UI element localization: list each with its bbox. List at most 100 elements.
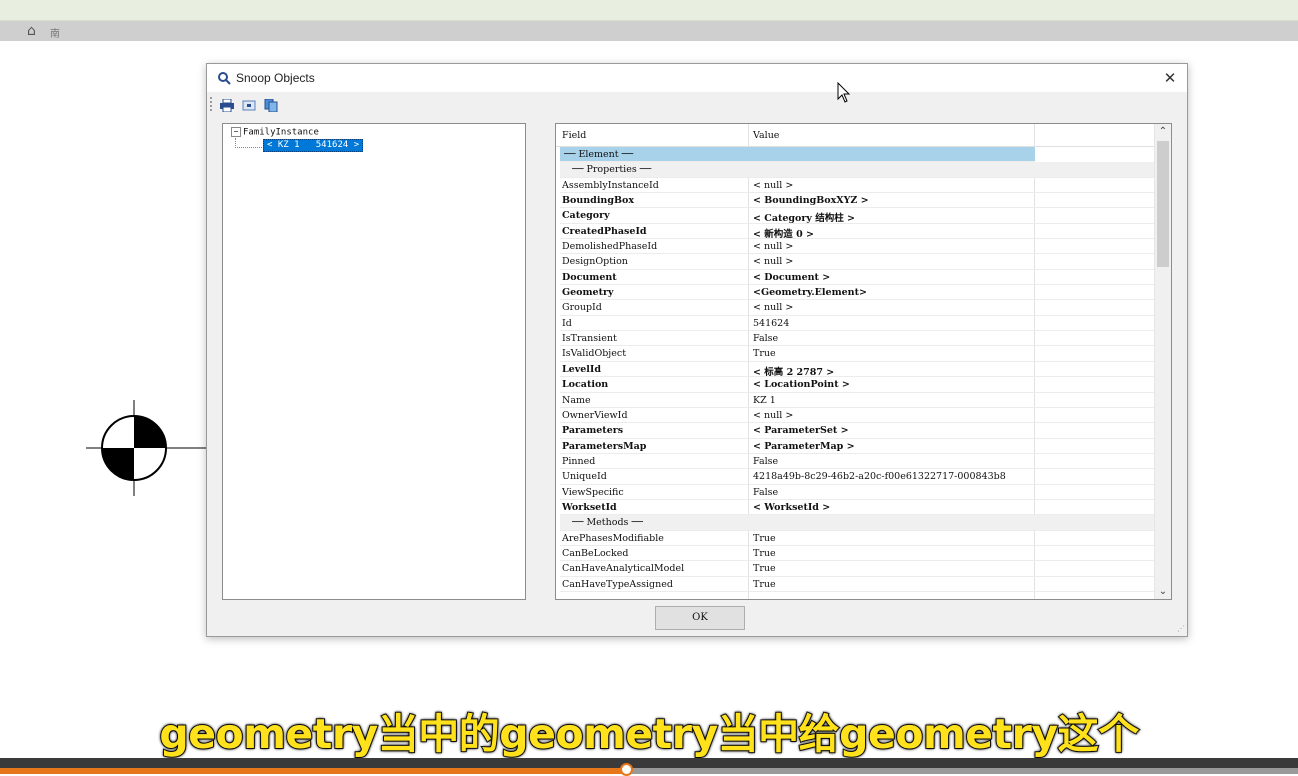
home-icon[interactable]: ⌂ bbox=[27, 23, 36, 39]
grid-row[interactable]: LevelId < 标高 2 2787 > bbox=[560, 362, 1154, 378]
header-value[interactable]: Value bbox=[753, 130, 779, 141]
grid-cell-field: WorksetId bbox=[562, 501, 617, 513]
progress-played bbox=[0, 768, 626, 774]
grid-header: Field Value bbox=[556, 124, 1154, 147]
grid-cell-field: Pinned bbox=[562, 455, 596, 467]
grid-cell-value: < null > bbox=[753, 302, 794, 314]
grid-row[interactable]: IsValidObject True bbox=[560, 346, 1154, 362]
grid-cell-value: < Document > bbox=[753, 271, 831, 283]
dialog-toolbar bbox=[207, 92, 1187, 116]
progress-remaining bbox=[626, 768, 1298, 774]
dialog-title: Snoop Objects bbox=[236, 71, 315, 85]
resize-grip-icon[interactable]: ⋰ bbox=[1175, 624, 1185, 634]
grid-row[interactable]: Parameters < ParameterSet > bbox=[560, 423, 1154, 439]
grid-row[interactable]: Location < LocationPoint > bbox=[560, 377, 1154, 393]
progress-handle[interactable] bbox=[620, 763, 633, 776]
dialog-titlebar[interactable]: Snoop Objects ✕ bbox=[207, 64, 1187, 92]
grid-cell-field: ParametersMap bbox=[562, 440, 647, 452]
grid-cell-value: < ParameterMap > bbox=[753, 440, 855, 452]
tree-node-root-label: FamilyInstance bbox=[243, 127, 319, 138]
grid-cell-field: OwnerViewId bbox=[562, 409, 628, 421]
grid-row[interactable]: ArePhasesModifiable True bbox=[560, 531, 1154, 546]
grid-cell-field: Id bbox=[562, 317, 572, 329]
grid-row[interactable]: OwnerViewId < null > bbox=[560, 408, 1154, 424]
toolbar-grip[interactable] bbox=[210, 97, 214, 111]
grid-cell-field: Category bbox=[562, 210, 610, 222]
grid-cell-value: < null > bbox=[753, 409, 794, 421]
grid-row[interactable]: CreatedPhaseId < 新构造 0 > bbox=[560, 224, 1154, 240]
grid-cell-field: AssemblyInstanceId bbox=[562, 179, 659, 191]
grid-cell-value: 541624 bbox=[753, 317, 790, 329]
grid-group-row[interactable]: ── Properties ── bbox=[560, 162, 1154, 178]
scrollbar-thumb[interactable] bbox=[1157, 141, 1169, 267]
grid-row[interactable]: DemolishedPhaseId < null > bbox=[560, 239, 1154, 255]
grid-row[interactable]: DesignOption < null > bbox=[560, 254, 1154, 270]
grid-row[interactable]: ParametersMap < ParameterMap > bbox=[560, 439, 1154, 454]
grid-cell-value: < null > bbox=[753, 256, 794, 268]
scroll-down-icon[interactable]: ⌄ bbox=[1155, 586, 1171, 597]
grid-row[interactable]: Pinned False bbox=[560, 454, 1154, 470]
snoop-app-icon bbox=[217, 71, 231, 89]
print-icon[interactable] bbox=[220, 97, 234, 113]
object-tree[interactable]: − FamilyInstance < KZ 1 541624 > bbox=[222, 123, 526, 600]
collapse-icon[interactable]: − bbox=[231, 127, 241, 137]
grid-cell-field: IsTransient bbox=[562, 333, 617, 345]
grid-row[interactable]: Geometry <Geometry.Element> bbox=[560, 285, 1154, 301]
grid-row[interactable]: ViewSpecific False bbox=[560, 485, 1154, 500]
grid-cell-value: True bbox=[753, 547, 776, 559]
header-field[interactable]: Field bbox=[562, 130, 586, 141]
grid-cell-value: < BoundingBoxXYZ > bbox=[753, 195, 869, 207]
grid-row[interactable]: Category < Category 结构柱 > bbox=[560, 208, 1154, 224]
grid-cell-value: True bbox=[753, 578, 776, 590]
close-button[interactable]: ✕ bbox=[1159, 67, 1181, 89]
grid-cell-value: < ParameterSet > bbox=[753, 425, 849, 437]
symbol-quadrant-top-right bbox=[134, 416, 166, 448]
grid-row[interactable]: Name KZ 1 bbox=[560, 393, 1154, 408]
grid-row[interactable]: Id 541624 bbox=[560, 316, 1154, 332]
grid-cell-field: Parameters bbox=[562, 425, 624, 437]
grid-cell-field: ── Properties ── bbox=[572, 164, 652, 176]
grid-cell-field: Location bbox=[562, 379, 609, 391]
grid-cell-field: CanHaveAnalyticalModel bbox=[562, 563, 685, 575]
property-grid[interactable]: Field Value ── Element ── ── Properties ─… bbox=[555, 123, 1172, 600]
grid-cell-field: CreatedPhaseId bbox=[562, 225, 647, 237]
view-navigation-bar: ⌂ 南 bbox=[0, 21, 1298, 41]
tree-node-selected[interactable]: < KZ 1 541624 > bbox=[263, 139, 364, 152]
print-preview-icon[interactable] bbox=[242, 97, 256, 111]
tree-node-root[interactable]: − FamilyInstance bbox=[231, 127, 319, 138]
grid-cell-value: < LocationPoint > bbox=[753, 379, 850, 391]
grid-row[interactable]: Document < Document > bbox=[560, 270, 1154, 286]
grid-cell-field: Document bbox=[562, 271, 617, 283]
grid-cell-field: CanHaveTypeAssigned bbox=[562, 578, 673, 590]
grid-cell-field: IsValidObject bbox=[562, 348, 627, 360]
grid-cell-field: Name bbox=[562, 394, 591, 406]
copy-icon[interactable] bbox=[264, 97, 278, 113]
grid-row[interactable]: IsTransient False bbox=[560, 331, 1154, 347]
nav-label: 南 bbox=[50, 29, 60, 40]
grid-row[interactable]: UniqueId 4218a49b-8c29-46b2-a20c-f00e6132… bbox=[560, 469, 1154, 485]
grid-group-row[interactable]: ── Methods ── bbox=[560, 515, 1154, 531]
grid-cell-field: DesignOption bbox=[562, 256, 628, 268]
ok-button[interactable]: OK bbox=[655, 606, 745, 630]
grid-cell-value: False bbox=[753, 486, 779, 498]
grid-group-row[interactable]: ── Element ── bbox=[560, 147, 1035, 163]
grid-row[interactable]: GroupId < null > bbox=[560, 300, 1154, 316]
grid-cell-value: KZ 1 bbox=[753, 394, 776, 406]
grid-cell-field: ── Element ── bbox=[564, 149, 634, 160]
column-symbol bbox=[86, 400, 211, 496]
grid-row[interactable]: AssemblyInstanceId < null > bbox=[560, 178, 1154, 194]
tree-connector bbox=[235, 138, 264, 148]
grid-row[interactable]: BoundingBox < BoundingBoxXYZ > bbox=[560, 193, 1154, 209]
grid-row[interactable]: CanHaveAnalyticalModel True bbox=[560, 561, 1154, 577]
vertical-scrollbar[interactable]: ⌃ ⌄ bbox=[1154, 124, 1171, 599]
video-progress-bar[interactable] bbox=[0, 758, 1298, 776]
grid-row[interactable]: WorksetId < WorksetId > bbox=[560, 500, 1154, 516]
grid-row[interactable]: CanBeLocked True bbox=[560, 546, 1154, 562]
grid-cell-field: Geometry bbox=[562, 287, 614, 299]
grid-cell-field: LevelId bbox=[562, 363, 601, 375]
top-strip bbox=[0, 0, 1298, 21]
scroll-up-icon[interactable]: ⌃ bbox=[1155, 126, 1171, 137]
grid-row[interactable]: CanHaveTypeAssigned True bbox=[560, 577, 1154, 592]
grid-cell-field: ArePhasesModifiable bbox=[562, 532, 664, 544]
grid-rows: ── Element ── ── Properties ── AssemblyIns… bbox=[560, 147, 1154, 592]
